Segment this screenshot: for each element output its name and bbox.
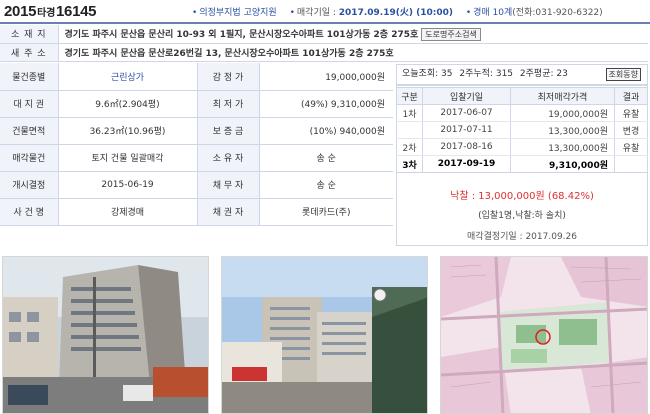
- info-label: 대 지 권: [0, 90, 59, 118]
- info-value: 2015-06-19: [58, 171, 197, 199]
- new-address-value: 경기도 파주시 문산읍 문산로26번길 13, 문산시장오수아파트 101상가동…: [58, 43, 648, 62]
- location-value: 경기도 파주시 문산읍 문산리 10-93 외 1필지, 문산시장오수아파트 1…: [64, 29, 419, 40]
- table-row-current: 3차 2017-09-19 9,310,000원: [396, 155, 648, 173]
- table-row: 1차 2017-06-07 19,000,000원 유찰: [396, 104, 648, 122]
- info-value: 36.23㎡(10.96평): [58, 117, 197, 145]
- col-header: 최저매각가격: [510, 87, 615, 105]
- decision-date: 매각결정기일 : 2017.09.26: [467, 232, 577, 242]
- info-label: 사 건 명: [0, 198, 59, 226]
- col-header: 입찰기일: [422, 87, 511, 105]
- address-table: 소 재 지 경기도 파주시 문산읍 문산리 10-93 외 1필지, 문산시장오…: [0, 25, 648, 62]
- info-label: 보 증 금: [196, 117, 260, 145]
- phone: (전화:031-920-6322): [512, 8, 603, 18]
- info-value: (49%) 9,310,000원: [259, 90, 393, 118]
- bidder-info: (입찰1명,낙찰:하 솔치): [478, 211, 566, 221]
- building-facade-photo[interactable]: [221, 256, 428, 414]
- info-label: 매각물건: [0, 144, 59, 172]
- info-value: 송 순: [259, 171, 393, 199]
- col-header: 결과: [614, 87, 648, 105]
- info-value: (10%) 940,000원: [259, 117, 393, 145]
- location-label: 소 재 지: [0, 25, 59, 44]
- col-header: 구분: [396, 87, 423, 105]
- table-row: 2차 2017-08-16 13,300,000원 유찰: [396, 138, 648, 156]
- property-type-link[interactable]: 근린상가: [58, 63, 197, 91]
- info-value: 19,000,000원: [259, 63, 393, 91]
- info-label: 건물면적: [0, 117, 59, 145]
- case-meta: • 의정부지법 고양지원 • 매각기일 : 2017.09.19(火) (10:00…: [192, 8, 603, 18]
- info-label: 개시결정: [0, 171, 59, 199]
- info-value: 9.6㎡(2.904평): [58, 90, 197, 118]
- two-week-views: 315: [495, 69, 514, 79]
- header-divider: [0, 22, 650, 24]
- building-street-photo[interactable]: [2, 256, 209, 414]
- winning-bid: 낙찰 : 13,000,000원 (68.42%): [450, 191, 594, 202]
- info-value: 강제경매: [58, 198, 197, 226]
- case-header: 2015타경16145 • 의정부지법 고양지원 • 매각기일 : 2017.09.…: [0, 0, 650, 22]
- court-name: 의정부지법 고양지원: [199, 8, 277, 18]
- info-label: 최 저 가: [196, 90, 260, 118]
- case-number: 2015타경16145: [4, 3, 97, 20]
- dept: 경매 10계: [473, 8, 513, 18]
- info-value: 토지 건물 일괄매각: [58, 144, 197, 172]
- info-label: 소 유 자: [196, 144, 260, 172]
- today-views: 35: [441, 69, 453, 79]
- info-label: 채 무 자: [196, 171, 260, 199]
- view-trend-button[interactable]: 조회동향: [605, 68, 641, 81]
- view-stats: 오늘조회: 35 2주누적: 315 2주평균: 23 조회동향: [396, 64, 648, 85]
- new-address-label: 새 주 소: [0, 43, 59, 62]
- two-week-avg: 23: [556, 69, 568, 79]
- info-label: 채 권 자: [196, 198, 260, 226]
- sale-date: 2017.09.19(火) (10:00): [338, 8, 453, 18]
- info-value: 송 순: [259, 144, 393, 172]
- info-label: 감 정 가: [196, 63, 260, 91]
- info-value: 롯데카드(주): [259, 198, 393, 226]
- auction-history-table: 구분 입찰기일 최저매각가격 결과 1차 2017-06-07 19,000,000…: [396, 87, 648, 173]
- road-address-search-button[interactable]: 도로명주소검색: [421, 27, 481, 41]
- info-label: 물건종별: [0, 63, 59, 91]
- table-row: 2017-07-11 13,300,000원 변경: [396, 121, 648, 139]
- cadastral-map-photo[interactable]: [440, 256, 648, 414]
- property-info-table: 물건종별 근린상가 감 정 가 19,000,000원 대 지 권 9.6㎡(2…: [0, 63, 393, 226]
